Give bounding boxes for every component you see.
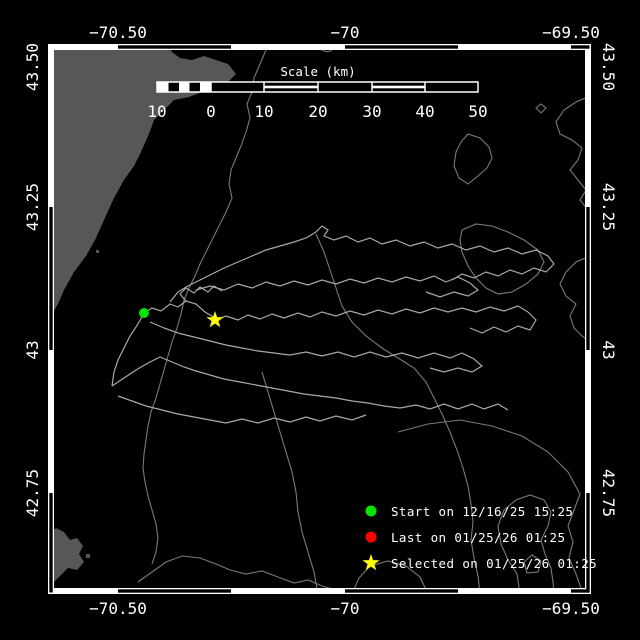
top-axis-label: −70 [331, 23, 360, 42]
scale-tick: 0 [206, 102, 216, 121]
left-axis-label: 43.50 [23, 43, 42, 91]
track-line [196, 276, 478, 297]
bottom-axis-label: −70 [331, 599, 360, 618]
left-axis-label: 43 [23, 340, 42, 359]
map-plot[interactable]: −70.50 −70 −69.50 −70.50 −70 −69.50 43.5… [0, 0, 640, 640]
map-window: −70.50 −70 −69.50 −70.50 −70 −69.50 43.5… [0, 0, 640, 640]
right-axis-label: 43.25 [599, 183, 618, 231]
bottom-axis-label: −69.50 [542, 599, 600, 618]
scale-tick: 10 [147, 102, 166, 121]
legend: Start on 12/16/25 15:25 Last on 01/25/26… [362, 504, 597, 571]
scale-tick: 40 [415, 102, 434, 121]
track-line [144, 301, 215, 318]
selected-marker[interactable] [206, 311, 223, 327]
right-axis-label: 43.50 [599, 43, 618, 91]
legend-start-label: Start on 12/16/25 15:25 [391, 504, 573, 519]
scale-tick: 30 [362, 102, 381, 121]
legend-start-icon [366, 506, 377, 517]
track-line [470, 312, 536, 333]
scale-tick: 20 [308, 102, 327, 121]
top-axis-label: −69.50 [542, 23, 600, 42]
right-axis-label: 42.75 [599, 469, 618, 517]
legend-selected-label: Selected on 01/25/26 01:25 [391, 556, 597, 571]
track-line [150, 322, 482, 372]
track-line [170, 226, 554, 302]
track-line [112, 357, 508, 410]
left-axis-label: 42.75 [23, 469, 42, 517]
top-axis-label: −70.50 [89, 23, 147, 42]
right-axis-label: 43 [599, 340, 618, 359]
legend-selected-icon [362, 554, 379, 570]
legend-last-label: Last on 01/25/26 01:25 [391, 530, 565, 545]
left-axis-label: 43.25 [23, 183, 42, 231]
bottom-axis-label: −70.50 [89, 599, 147, 618]
start-marker[interactable] [139, 308, 149, 318]
track-line [215, 306, 528, 320]
scale-tick: 50 [468, 102, 487, 121]
scale-tick: 10 [254, 102, 273, 121]
scale-bar-title: Scale (km) [280, 64, 355, 79]
legend-last-icon [366, 532, 377, 543]
